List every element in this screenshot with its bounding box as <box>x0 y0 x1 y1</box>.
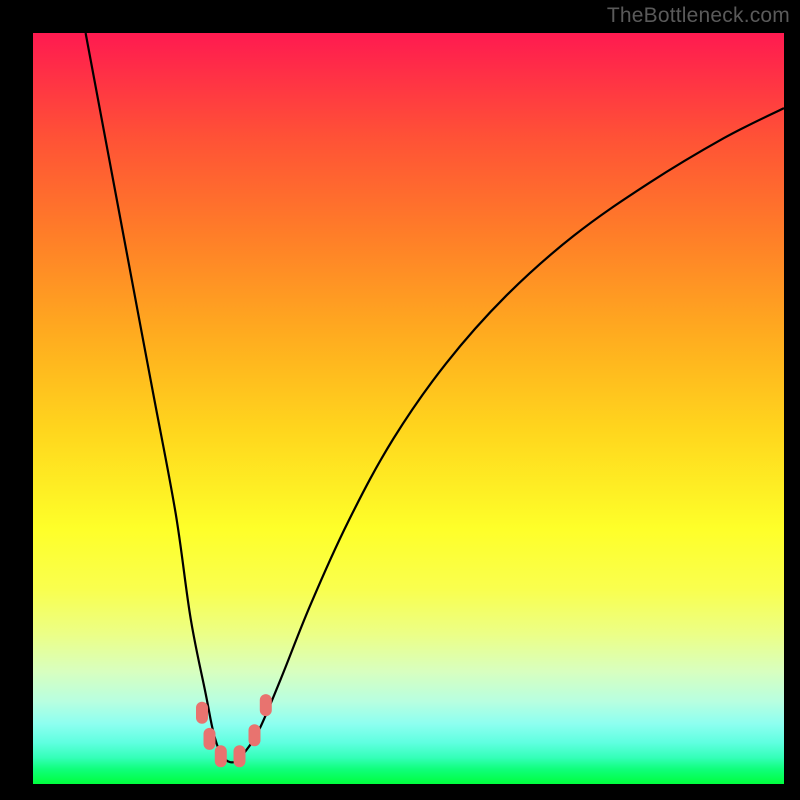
curve-marker <box>260 694 272 716</box>
curve-marker <box>249 724 261 746</box>
plot-area <box>33 33 784 784</box>
bottleneck-curve <box>86 33 784 762</box>
curve-marker <box>215 745 227 767</box>
watermark-text: TheBottleneck.com <box>607 4 790 28</box>
curve-marker <box>204 728 216 750</box>
curve-marker <box>196 702 208 724</box>
chart-frame: TheBottleneck.com <box>0 0 800 800</box>
chart-svg <box>33 33 784 784</box>
curve-marker <box>234 745 246 767</box>
curve-markers <box>196 694 272 767</box>
